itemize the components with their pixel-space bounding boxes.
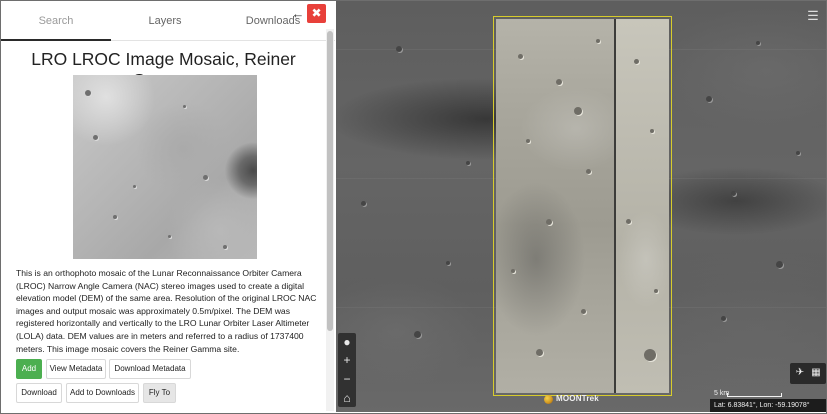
product-description: This is an orthophoto mosaic of the Luna… [16,268,317,354]
scale-bar [727,393,782,397]
airplane-icon[interactable]: ✈ [792,365,808,381]
arrow-left-icon[interactable]: ← [289,5,307,23]
hamburger-menu-icon[interactable]: ☰ [806,9,820,23]
home-icon[interactable]: ⌂ [338,389,356,407]
view-metadata-button[interactable]: View Metadata [46,359,106,379]
map-zoom-controls: ● + − ⌂ [338,333,356,407]
moontrek-logo-icon [544,395,553,404]
plus-icon[interactable]: + [338,351,356,369]
panel-tabs: Search Layers Downloads [1,1,335,41]
download-button[interactable]: Download [16,383,62,403]
brand-label: MOONTrek [556,394,599,403]
add-to-downloads-button[interactable]: Add to Downloads [66,383,139,403]
mosaic-footprint [493,16,672,396]
fly-to-button[interactable]: Fly To [143,383,176,403]
scrollbar-thumb[interactable] [327,31,333,331]
minus-icon[interactable]: − [338,370,356,388]
product-thumbnail [73,75,257,259]
map-icon[interactable]: ▦ [808,365,824,381]
panel-scrollbar[interactable] [326,29,334,411]
tab-search[interactable]: Search [1,1,111,41]
cursor-coordinates: Lat: 6.83841°, Lon: -59.19078° [710,399,826,412]
mosaic-strip-left [496,19,614,393]
add-button[interactable]: Add [16,359,42,379]
download-metadata-button[interactable]: Download Metadata [109,359,191,379]
close-icon[interactable]: ✖ [307,4,326,23]
map-viewport[interactable]: ☰ ● + − ⌂ ✈ ▦ 5 km Lat: 6.83841°, Lon: -… [336,1,826,412]
map-tools: ✈ ▦ [790,363,826,384]
search-panel: Search Layers Downloads ← ✖ LRO LROC Ima… [1,1,335,412]
globe-icon[interactable]: ● [338,333,356,351]
mosaic-strip-right [616,19,669,393]
tab-layers[interactable]: Layers [111,1,219,41]
